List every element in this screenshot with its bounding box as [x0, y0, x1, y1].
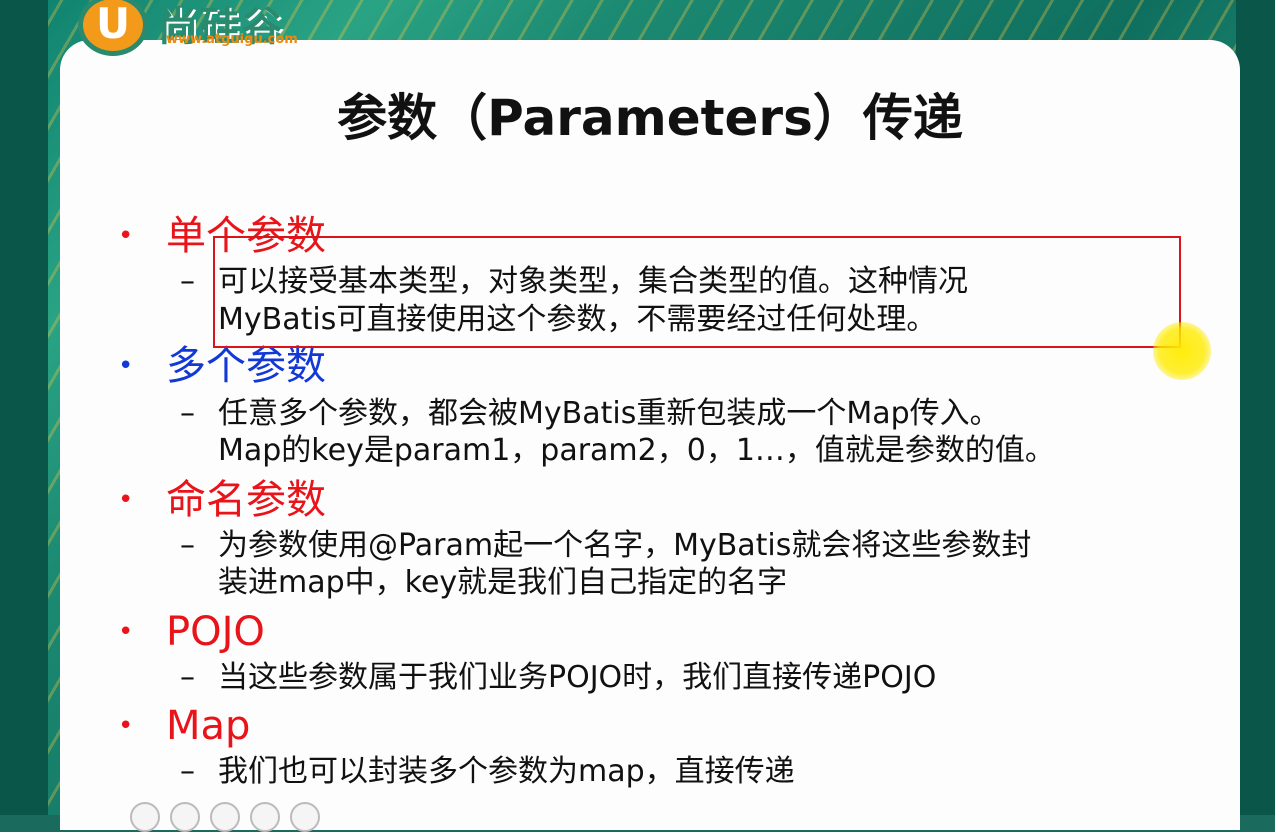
- section-heading: Map: [166, 703, 251, 749]
- dash-marker: –: [180, 660, 195, 695]
- sub-item-line: 为参数使用@Param起一个名字，MyBatis就会将这些参数封: [218, 528, 1032, 563]
- bullet-dot: •: [118, 351, 134, 381]
- nav-next-icon[interactable]: [290, 802, 320, 832]
- section-heading: POJO: [166, 609, 265, 655]
- brand-logo: U 尚硅谷 www.atguigu.com: [70, 0, 360, 58]
- nav-zoom-icon[interactable]: [250, 802, 280, 832]
- pointer-highlight: [1153, 322, 1211, 380]
- section-heading: 命名参数: [166, 477, 326, 523]
- logo-mark: U: [78, 0, 148, 56]
- left-edge-bar: [0, 0, 48, 815]
- section-heading: 多个参数: [166, 343, 326, 389]
- bullet-dot: •: [118, 617, 134, 647]
- slide-title: 参数（Parameters）传递: [337, 89, 963, 147]
- logo-url: www.atguigu.com: [166, 32, 298, 47]
- dash-marker: –: [180, 396, 195, 431]
- dash-marker: –: [180, 264, 195, 299]
- sub-item-line: 装进map中，key就是我们自己指定的名字: [218, 565, 788, 600]
- bullet-dot: •: [118, 711, 134, 741]
- sub-item-line: 我们也可以封装多个参数为map，直接传递: [218, 754, 795, 789]
- sub-item-line: 任意多个参数，都会被MyBatis重新包装成一个Map传入。: [218, 396, 1000, 431]
- nav-prev-icon[interactable]: [130, 802, 160, 832]
- bullet-dot: •: [118, 485, 134, 515]
- right-edge-bar: [1236, 0, 1275, 815]
- dash-marker: –: [180, 528, 195, 563]
- nav-pen-icon[interactable]: [210, 802, 240, 832]
- annotation-highlight-box: [213, 236, 1181, 348]
- sub-item-line: 当这些参数属于我们业务POJO时，我们直接传递POJO: [218, 660, 937, 695]
- nav-menu-icon[interactable]: [170, 802, 200, 832]
- bullet-dot: •: [118, 221, 134, 251]
- dash-marker: –: [180, 754, 195, 789]
- sub-item-line: Map的key是param1，param2，0，1…，值就是参数的值。: [218, 433, 1055, 468]
